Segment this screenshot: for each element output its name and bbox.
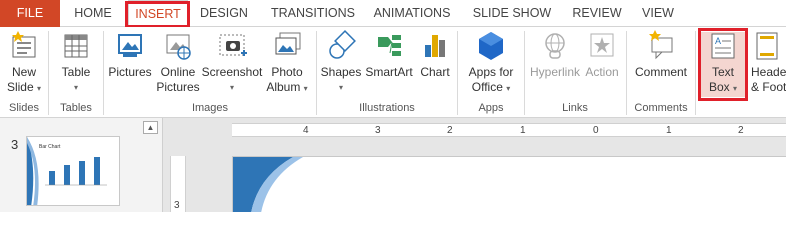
apps-for-office-label-1: Apps for <box>468 65 514 79</box>
ruler-label: 1 <box>520 125 526 136</box>
comment-label: Comment <box>634 65 687 79</box>
chevron-down-icon: ▾ <box>506 84 511 93</box>
online-pictures-button[interactable]: Online Pictures <box>155 29 201 95</box>
thumbnail-title: Bar Chart <box>39 144 61 150</box>
pictures-label: Pictures <box>108 65 152 79</box>
smartart-button[interactable]: SmartArt <box>362 29 416 80</box>
group-illustrations-label: Illustrations <box>359 102 415 114</box>
photo-album-button[interactable]: Photo Album ▾ <box>264 29 310 96</box>
header-footer-button[interactable]: Header & Foote <box>751 29 786 95</box>
chevron-down-icon: ▾ <box>73 83 78 92</box>
ruler-label: 3 <box>174 200 180 211</box>
group-divider <box>695 31 696 115</box>
apps-for-office-label-2: Office ▾ <box>471 80 511 94</box>
group-comments-label: Comments <box>634 102 688 114</box>
slide-thumbnails-panel[interactable]: ▲ 3 Bar Chart <box>0 118 163 212</box>
comment-button[interactable]: Comment <box>630 29 692 80</box>
new-slide-label-1: New <box>11 65 36 79</box>
tab-slide-show[interactable]: SLIDE SHOW <box>469 0 555 27</box>
hyperlink-icon <box>545 33 565 59</box>
chevron-down-icon: ▾ <box>338 83 343 92</box>
action-label: Action <box>585 65 619 79</box>
slide-background-graphic <box>233 157 303 212</box>
online-pictures-icon <box>166 34 191 60</box>
action-button[interactable]: Action <box>583 29 621 80</box>
shapes-icon <box>329 30 356 59</box>
online-pictures-label-1: Online <box>160 65 196 79</box>
header-footer-label-1: Header <box>751 65 786 79</box>
slide-thumbnail[interactable]: Bar Chart <box>26 136 120 206</box>
horizontal-ruler[interactable]: 4 3 2 1 0 1 2 <box>232 123 786 137</box>
workspace: ▲ 3 Bar Chart 4 3 2 1 0 1 2 3 <box>0 118 786 212</box>
ruler-label: 2 <box>738 125 744 136</box>
new-slide-button[interactable]: New Slide ▾ <box>3 29 45 96</box>
online-pictures-label-2: Pictures <box>156 80 200 94</box>
chevron-down-icon: ▾ <box>37 84 42 93</box>
ruler-margin <box>163 123 232 137</box>
chart-label: Chart <box>420 65 450 79</box>
ruler-label: 1 <box>666 125 672 136</box>
group-divider <box>316 31 317 115</box>
group-divider <box>48 31 49 115</box>
photo-album-label-1: Photo <box>271 65 303 79</box>
tab-design[interactable]: DESIGN <box>193 0 255 27</box>
ruler-label: 0 <box>593 125 599 136</box>
table-icon <box>64 34 88 58</box>
apps-for-office-icon <box>479 32 503 60</box>
chevron-down-icon: ▾ <box>229 83 234 92</box>
chart-icon <box>425 35 445 57</box>
apps-for-office-button[interactable]: Apps for Office ▾ <box>462 29 520 96</box>
smartart-label: SmartArt <box>365 65 413 79</box>
screenshot-label: Screenshot <box>201 65 263 79</box>
chart-button[interactable]: Chart <box>418 29 452 80</box>
new-slide-icon <box>12 31 36 58</box>
tab-home[interactable]: HOME <box>64 0 122 27</box>
ribbon-tabs: FILE HOME INSERT DESIGN TRANSITIONS ANIM… <box>0 0 786 27</box>
chevron-down-icon: ▾ <box>303 84 308 93</box>
pictures-button[interactable]: Pictures <box>106 29 154 80</box>
hyperlink-button[interactable]: Hyperlink <box>527 29 583 80</box>
collapse-panel-icon[interactable]: ▲ <box>143 121 158 134</box>
photo-album-icon <box>275 32 301 55</box>
photo-album-label-2: Album ▾ <box>266 80 308 94</box>
hyperlink-label: Hyperlink <box>529 65 580 79</box>
ruler-label: 4 <box>303 125 309 136</box>
ruler-label: 2 <box>447 125 453 136</box>
group-images-label: Images <box>191 102 229 114</box>
tab-file[interactable]: FILE <box>0 0 60 27</box>
tab-view[interactable]: VIEW <box>637 0 679 27</box>
action-icon <box>590 33 614 57</box>
group-links-label: Links <box>562 102 588 114</box>
comment-icon <box>649 30 673 60</box>
tab-transitions[interactable]: TRANSITIONS <box>267 0 359 27</box>
shapes-button[interactable]: Shapes ▾ <box>320 29 362 95</box>
smartart-icon <box>378 35 401 56</box>
table-label: Table <box>61 65 91 79</box>
ruler-label: 3 <box>375 125 381 136</box>
shapes-label: Shapes <box>320 65 362 79</box>
insert-tab-highlight <box>125 1 190 28</box>
screenshot-icon <box>219 34 247 56</box>
new-slide-label-2: Slide ▾ <box>6 80 42 94</box>
header-footer-icon <box>756 32 778 60</box>
pictures-icon <box>118 34 142 57</box>
screenshot-button[interactable]: Screenshot ▾ <box>201 29 263 95</box>
group-tables-label: Tables <box>60 102 92 114</box>
slide-number: 3 <box>11 137 19 152</box>
header-footer-label-2: & Foote <box>751 80 786 94</box>
group-slides-label: Slides <box>9 102 39 114</box>
ribbon-insert: New Slide ▾ Slides Table ▾ Tables Pictur… <box>0 27 786 118</box>
slide-canvas[interactable] <box>232 156 786 212</box>
tab-review[interactable]: REVIEW <box>567 0 627 27</box>
vertical-ruler[interactable]: 3 <box>170 156 186 212</box>
table-button[interactable]: Table ▾ <box>54 29 98 95</box>
tab-animations[interactable]: ANIMATIONS <box>368 0 456 27</box>
group-apps-label: Apps <box>478 102 504 114</box>
text-box-highlight <box>698 28 748 101</box>
